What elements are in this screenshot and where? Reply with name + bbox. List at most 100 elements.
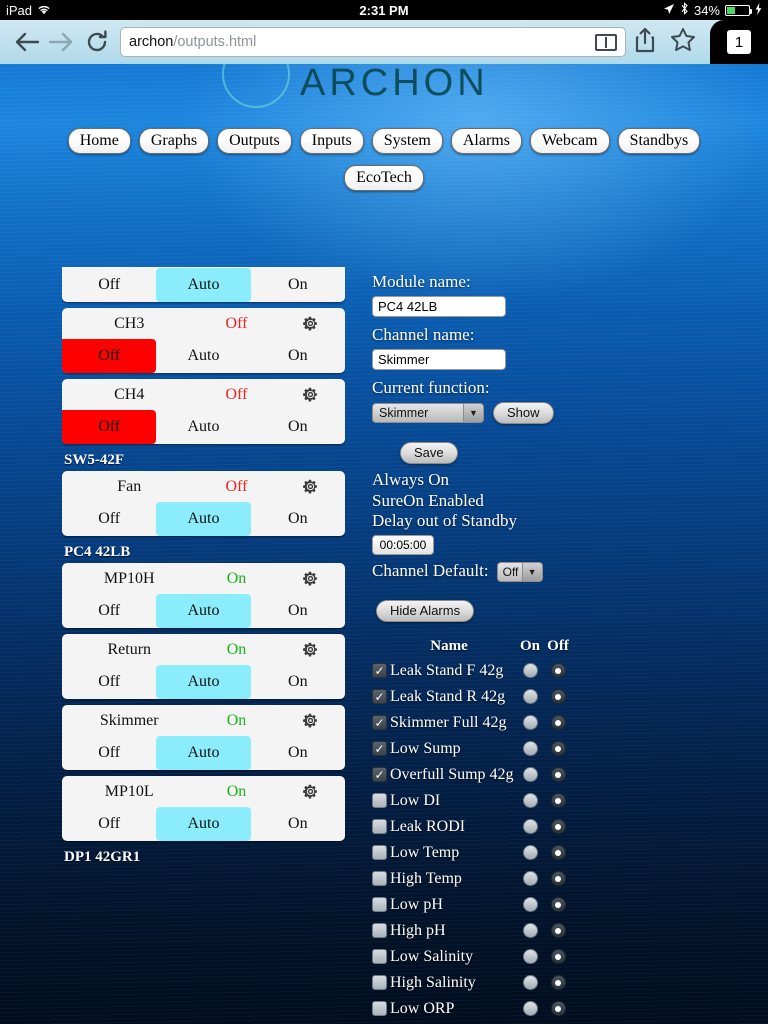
status-bar-right: 34%	[663, 2, 762, 18]
nav-button-home[interactable]: Home	[67, 128, 131, 155]
alarm-off-radio[interactable]	[550, 1001, 566, 1017]
alarm-enable-checkbox[interactable]: ✓	[372, 663, 387, 679]
alarm-off-radio[interactable]	[550, 923, 566, 939]
reader-view-icon[interactable]	[595, 33, 617, 51]
nav-button-inputs[interactable]: Inputs	[299, 128, 364, 155]
alarm-off-radio[interactable]	[550, 949, 566, 965]
show-button[interactable]: Show	[493, 402, 554, 424]
module-name-input[interactable]: PC4 42LB	[372, 296, 506, 317]
alarm-enable-checkbox[interactable]	[372, 975, 387, 991]
back-arrow-icon[interactable]	[10, 30, 44, 54]
channel-off-button[interactable]: Off	[62, 665, 156, 699]
alarm-enable-checkbox[interactable]	[372, 897, 387, 913]
nav-button-webcam[interactable]: Webcam	[529, 128, 610, 155]
alarm-on-radio[interactable]	[522, 845, 538, 861]
channel-on-button[interactable]: On	[251, 502, 345, 536]
alarm-on-radio[interactable]	[522, 1001, 538, 1017]
alarm-on-radio[interactable]	[522, 715, 538, 731]
channel-off-button[interactable]: Off	[62, 736, 156, 770]
channel-auto-button[interactable]: Auto	[156, 736, 251, 770]
alarm-off-radio[interactable]	[550, 715, 566, 731]
alarm-off-radio[interactable]	[550, 819, 566, 835]
channel-default-select[interactable]: Off ▼	[496, 561, 543, 582]
alarm-on-radio[interactable]	[522, 975, 538, 991]
channel-on-button[interactable]: On	[251, 410, 345, 444]
channel-on-button[interactable]: On	[251, 736, 345, 770]
channel-auto-button[interactable]: Auto	[156, 665, 251, 699]
alarm-off-radio[interactable]	[550, 741, 566, 757]
alarm-on-radio[interactable]	[522, 689, 538, 705]
channel-off-button[interactable]: Off	[62, 502, 156, 536]
alarm-on-radio[interactable]	[522, 741, 538, 757]
channel-off-button[interactable]: Off	[62, 339, 157, 373]
channel-settings-button[interactable]	[281, 315, 342, 333]
channel-off-button[interactable]: Off	[62, 807, 156, 841]
address-bar[interactable]: archon/outputs.html	[120, 27, 626, 57]
alarm-off-radio[interactable]	[550, 845, 566, 861]
alarm-off-radio[interactable]	[550, 663, 566, 679]
save-button[interactable]: Save	[400, 442, 458, 464]
alarm-enable-checkbox[interactable]: ✓	[372, 767, 387, 783]
alarm-enable-checkbox[interactable]: ✓	[372, 689, 387, 705]
channel-settings-button[interactable]	[281, 570, 342, 588]
channel-off-button[interactable]: Off	[62, 268, 156, 302]
channel-settings-button[interactable]	[281, 712, 342, 730]
hide-alarms-button[interactable]: Hide Alarms	[376, 599, 475, 622]
alarm-off-radio[interactable]	[550, 975, 566, 991]
alarm-on-radio[interactable]	[522, 923, 538, 939]
channel-settings-button[interactable]	[281, 478, 342, 496]
nav-button-ecotech[interactable]: EcoTech	[344, 165, 424, 192]
channel-on-button[interactable]: On	[251, 268, 345, 302]
nav-button-system[interactable]: System	[371, 128, 443, 155]
alarm-on-radio[interactable]	[522, 897, 538, 913]
channel-auto-button[interactable]: Auto	[156, 410, 250, 444]
channel-off-button[interactable]: Off	[62, 594, 156, 628]
nav-button-graphs[interactable]: Graphs	[138, 128, 210, 155]
channel-auto-button[interactable]: Auto	[156, 594, 251, 628]
nav-button-standbys[interactable]: Standbys	[617, 128, 701, 155]
alarm-on-radio[interactable]	[522, 793, 538, 809]
delay-time-input[interactable]: 00:05:00	[372, 535, 434, 556]
nav-button-outputs[interactable]: Outputs	[217, 128, 292, 155]
alarm-enable-checkbox[interactable]: ✓	[372, 715, 387, 731]
channel-auto-button[interactable]: Auto	[156, 268, 251, 302]
channel-auto-button[interactable]: Auto	[156, 339, 250, 373]
channel-name: Skimmer	[99, 711, 159, 729]
alarm-off-radio[interactable]	[550, 897, 566, 913]
channel-auto-button[interactable]: Auto	[156, 502, 251, 536]
alarm-enable-checkbox[interactable]	[372, 819, 387, 835]
alarm-enable-checkbox[interactable]	[372, 1001, 387, 1017]
alarm-on-radio[interactable]	[522, 871, 538, 887]
alarm-on-radio[interactable]	[522, 767, 538, 783]
alarm-enable-checkbox[interactable]	[372, 949, 387, 965]
outputs-list[interactable]: Off Auto On CH3 Off Off Auto On CH4 Off Off Auto On S…	[62, 267, 345, 867]
alarm-off-radio[interactable]	[550, 767, 566, 783]
alarm-enable-checkbox[interactable]	[372, 923, 387, 939]
channel-auto-button[interactable]: Auto	[156, 807, 251, 841]
current-function-select[interactable]: Skimmer ▼	[372, 403, 484, 423]
reload-icon[interactable]	[80, 30, 114, 54]
share-icon[interactable]	[634, 27, 656, 58]
alarm-off-radio[interactable]	[550, 871, 566, 887]
alarm-on-radio[interactable]	[522, 819, 538, 835]
alarm-enable-checkbox[interactable]: ✓	[372, 741, 387, 757]
alarm-on-radio[interactable]	[522, 663, 538, 679]
channel-on-button[interactable]: On	[251, 594, 345, 628]
channel-on-button[interactable]: On	[251, 339, 345, 373]
alarm-on-radio[interactable]	[522, 949, 538, 965]
tab-count-button[interactable]: 1	[710, 20, 768, 64]
channel-on-button[interactable]: On	[251, 665, 345, 699]
alarm-enable-checkbox[interactable]	[372, 793, 387, 809]
alarm-enable-checkbox[interactable]	[372, 871, 387, 887]
channel-off-button[interactable]: Off	[62, 410, 157, 444]
alarm-off-radio[interactable]	[550, 793, 566, 809]
channel-settings-button[interactable]	[281, 386, 342, 404]
channel-settings-button[interactable]	[281, 783, 342, 801]
channel-on-button[interactable]: On	[251, 807, 345, 841]
alarm-off-radio[interactable]	[550, 689, 566, 705]
nav-button-alarms[interactable]: Alarms	[450, 128, 522, 155]
bookmark-star-icon[interactable]	[670, 27, 696, 57]
alarm-enable-checkbox[interactable]	[372, 845, 387, 861]
channel-name-input[interactable]: Skimmer	[372, 349, 506, 370]
channel-settings-button[interactable]	[281, 641, 342, 659]
